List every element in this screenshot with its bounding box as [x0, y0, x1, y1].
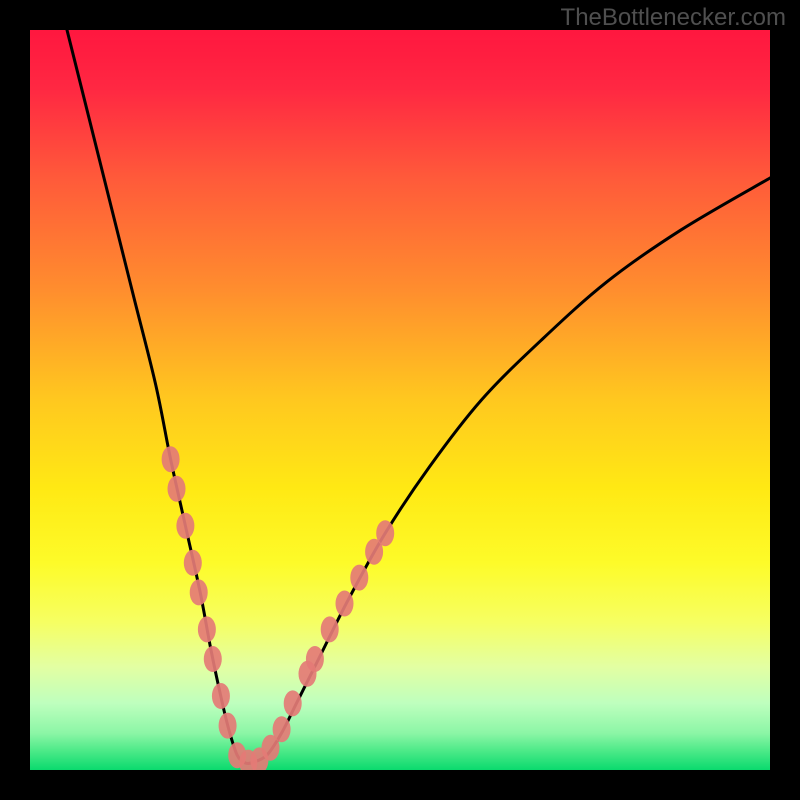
bottleneck-curve — [67, 30, 770, 764]
scatter-point — [284, 690, 302, 716]
plot-area — [30, 30, 770, 770]
scatter-point — [336, 591, 354, 617]
scatter-point — [376, 520, 394, 546]
scatter-point — [306, 646, 324, 672]
scatter-point — [219, 713, 237, 739]
scatter-points — [162, 446, 395, 770]
watermark-text: TheBottlenecker.com — [561, 4, 786, 32]
scatter-point — [190, 579, 208, 605]
scatter-point — [168, 476, 186, 502]
scatter-point — [162, 446, 180, 472]
chart-svg — [30, 30, 770, 770]
scatter-point — [321, 616, 339, 642]
scatter-point — [350, 565, 368, 591]
chart-frame: TheBottlenecker.com — [0, 0, 800, 800]
scatter-point — [198, 616, 216, 642]
scatter-point — [273, 716, 291, 742]
scatter-point — [176, 513, 194, 539]
scatter-point — [204, 646, 222, 672]
scatter-point — [212, 683, 230, 709]
scatter-point — [184, 550, 202, 576]
